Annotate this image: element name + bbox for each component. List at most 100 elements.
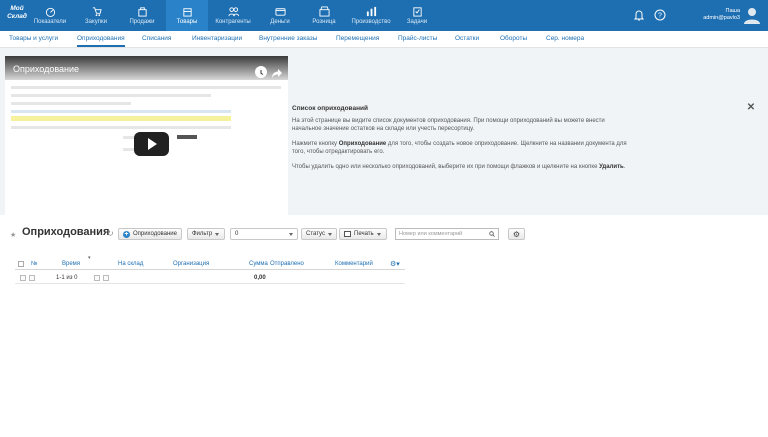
nav-item-purchases[interactable]: Закупки <box>78 0 114 31</box>
prev-page-button[interactable] <box>20 275 26 281</box>
goods-icon <box>182 6 193 17</box>
watch-later-icon[interactable] <box>255 66 267 78</box>
create-receipt-button[interactable]: + Оприходование <box>118 228 182 240</box>
nav-label: Производство <box>351 19 391 25</box>
money-icon <box>274 6 286 17</box>
footer-divider <box>15 283 405 284</box>
search-placeholder: Номер или комментарий <box>399 231 463 237</box>
play-button[interactable] <box>134 132 169 156</box>
column-number[interactable]: № <box>31 261 37 267</box>
tab-goods-services[interactable]: Товары и услуги <box>9 35 58 42</box>
bell-icon[interactable] <box>633 8 645 21</box>
nav-label: Контрагенты <box>215 19 251 25</box>
tab-write-offs[interactable]: Списания <box>142 35 171 42</box>
user-name: Паша <box>725 8 740 14</box>
nav-label: Продажи <box>129 19 155 25</box>
filter-label: Фильтр <box>192 231 213 237</box>
settings-button[interactable]: ⚙ <box>508 228 525 240</box>
user-info[interactable]: Паша admin@pavlo3 <box>703 8 740 22</box>
select-all-checkbox[interactable] <box>18 261 24 267</box>
nav-item-dashboard[interactable]: Показатели <box>30 0 70 31</box>
total-sum: 0,00 <box>254 275 266 281</box>
search-input[interactable]: Номер или комментарий <box>395 228 499 240</box>
tab-serial-numbers[interactable]: Сер. номера <box>546 35 584 42</box>
retail-icon <box>318 6 330 17</box>
first-page-button[interactable] <box>29 275 35 281</box>
gear-icon: ⚙ <box>512 229 521 239</box>
sales-icon <box>137 6 148 17</box>
avatar[interactable] <box>744 6 760 24</box>
column-organization[interactable]: Организация <box>173 261 209 267</box>
refresh-icon[interactable]: ↻ <box>107 230 115 238</box>
video-title[interactable]: Оприходование <box>13 64 79 74</box>
nav-item-money[interactable]: Деньги <box>262 0 298 31</box>
tab-price-lists[interactable]: Прайс-листы <box>398 35 437 42</box>
help-icon[interactable]: ? <box>654 8 666 21</box>
nav-label: Деньги <box>270 19 290 25</box>
chevron-down-icon <box>289 232 293 236</box>
nav-label: Товары <box>176 19 198 25</box>
selected-count-field[interactable]: 0 <box>230 228 298 240</box>
filter-button[interactable]: Фильтр <box>187 228 225 240</box>
tab-internal-orders[interactable]: Внутренние заказы <box>259 35 317 42</box>
help-panel: ​ Оприходование Список оприходований На … <box>0 48 768 215</box>
nav-item-goods[interactable]: Товары <box>166 0 208 31</box>
chevron-down-icon <box>376 232 381 236</box>
video-player[interactable]: ​ Оприходование <box>5 56 288 215</box>
print-button[interactable]: Печать <box>339 228 387 240</box>
chevron-down-icon <box>215 232 220 236</box>
svg-text:?: ? <box>658 13 662 20</box>
tab-receipts[interactable]: Оприходования <box>77 35 125 47</box>
tab-transfers[interactable]: Перемещения <box>336 35 379 42</box>
help-text: Список оприходований На этой странице вы… <box>292 105 627 178</box>
plus-icon: + <box>123 230 130 238</box>
dashboard-icon <box>45 6 56 17</box>
pager-text: 1-1 из 0 <box>56 275 78 281</box>
share-icon[interactable] <box>271 66 283 78</box>
purchases-icon <box>91 6 102 17</box>
column-settings-icon[interactable]: ⚙▾ <box>390 260 400 268</box>
tab-inventories[interactable]: Инвентаризации <box>192 35 242 42</box>
nav-item-retail[interactable]: Розница <box>306 0 342 31</box>
nav-item-tasks[interactable]: Задачи <box>400 0 434 31</box>
next-page-button[interactable] <box>94 275 100 281</box>
page-title: Оприходования <box>22 226 110 238</box>
help-paragraph-1: На этой странице вы видите список докуме… <box>292 118 605 132</box>
contacts-icon <box>227 6 239 17</box>
column-sent[interactable]: Отправлено <box>270 261 304 267</box>
app-logo[interactable]: Мой Склад <box>5 5 29 21</box>
last-page-button[interactable] <box>103 275 109 281</box>
nav-label: Задачи <box>406 19 428 25</box>
nav-label: Розница <box>312 19 336 25</box>
column-warehouse[interactable]: На склад <box>118 261 143 267</box>
user-account: admin@pavlo3 <box>703 15 740 21</box>
print-label: Печать <box>354 231 374 237</box>
close-icon[interactable]: ✕ <box>746 103 756 113</box>
nav-item-contacts[interactable]: Контрагенты <box>212 0 254 31</box>
tab-stock[interactable]: Остатки <box>455 35 479 42</box>
sub-navigation: Товары и услуги Оприходования Списания И… <box>0 31 768 48</box>
help-paragraph-2: Нажмите кнопку Оприходование для того, ч… <box>292 141 627 155</box>
status-label: Статус <box>306 231 325 237</box>
nav-item-sales[interactable]: Продажи <box>124 0 160 31</box>
chevron-down-icon <box>327 232 332 236</box>
tab-turnover[interactable]: Обороты <box>500 35 527 42</box>
bookmark-icon[interactable]: ★ <box>10 231 16 239</box>
sort-icon[interactable]: ▾ <box>88 255 91 261</box>
nav-label: Закупки <box>85 19 107 25</box>
column-time[interactable]: Время <box>62 261 80 267</box>
top-navigation-bar: Мой Склад Показатели Закупки Продажи Тов… <box>0 0 768 31</box>
nav-label: Показатели <box>33 19 67 25</box>
tasks-icon <box>412 6 423 17</box>
status-button[interactable]: Статус <box>301 228 337 240</box>
column-comment[interactable]: Комментарий <box>335 261 373 267</box>
printer-icon <box>344 231 351 237</box>
production-icon <box>366 6 377 17</box>
help-paragraph-3: Чтобы удалить одно или несколько оприход… <box>292 164 626 170</box>
selected-count: 0 <box>235 231 239 237</box>
nav-item-production[interactable]: Производство <box>346 0 396 31</box>
column-sum[interactable]: Сумма <box>249 261 268 267</box>
search-icon[interactable] <box>489 231 495 237</box>
create-receipt-label: Оприходование <box>132 231 177 237</box>
header-divider <box>15 269 405 270</box>
